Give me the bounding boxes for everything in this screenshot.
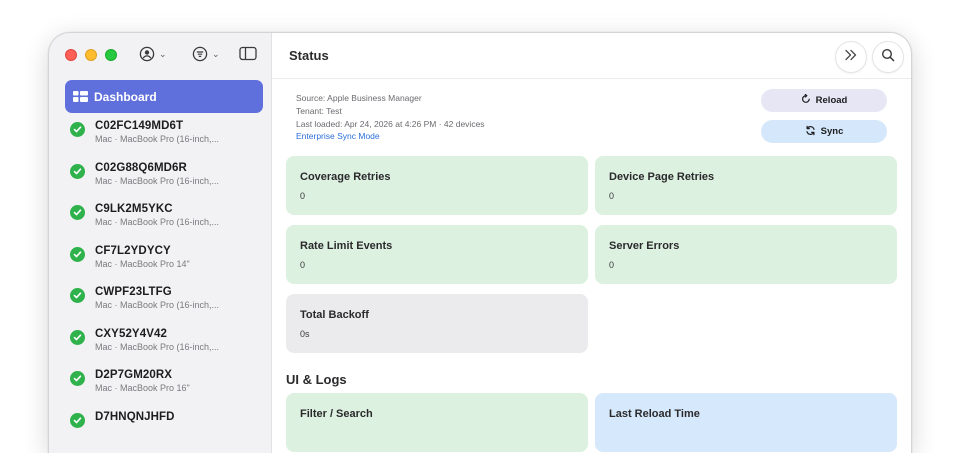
checkmark-icon: [70, 371, 85, 386]
dashboard-icon: [73, 91, 88, 102]
card-title: Last Reload Time: [609, 408, 700, 420]
sync-button[interactable]: Sync: [761, 120, 887, 143]
chevron-down-icon: ⌄: [212, 48, 220, 59]
device-serial: D2P7GM20RX: [95, 369, 173, 381]
sidebar-toggle-button[interactable]: [239, 46, 257, 61]
stat-card-rate-limit-events: Rate Limit Events 0: [286, 225, 588, 284]
device-serial: C02G88Q6MD6R: [95, 161, 187, 174]
stat-value: 0: [300, 191, 306, 201]
chevron-down-icon: ⌄: [159, 48, 167, 59]
stat-value: 0: [609, 191, 615, 201]
forward-icon: [844, 48, 858, 66]
app-window: ⌄ ⌄ Dashboard C02FC149MD6T Mac · MacBook …: [48, 32, 912, 453]
device-list-item[interactable]: CXY52Y4V42 Mac · MacBook Pro (16-inch,...: [49, 327, 271, 369]
forward-button[interactable]: [835, 41, 867, 73]
minimize-window-button[interactable]: [85, 49, 97, 61]
checkmark-icon: [70, 122, 85, 137]
page-title: Status: [289, 48, 329, 63]
toolbar: Status: [272, 33, 911, 79]
enterprise-sync-mode-link[interactable]: Enterprise Sync Mode: [296, 130, 485, 143]
device-list-item[interactable]: C9LK2M5YKC Mac · MacBook Pro (16-inch,...: [49, 202, 271, 244]
device-serial: C02FC149MD6T: [95, 120, 184, 132]
stat-value: 0: [300, 260, 306, 270]
window-controls: [65, 49, 117, 61]
search-button[interactable]: [872, 41, 904, 73]
reload-icon: [801, 93, 811, 107]
device-model: Mac · MacBook Pro (16-inch,...: [95, 175, 220, 186]
sync-label: Sync: [820, 126, 844, 137]
checkmark-icon: [70, 288, 85, 303]
stat-title: Server Errors: [609, 240, 680, 252]
zoom-window-button[interactable]: [105, 49, 117, 61]
device-model: Mac · MacBook Pro (16-inch,...: [95, 300, 220, 310]
sidebar-toggle-icon: [239, 46, 257, 61]
close-window-button[interactable]: [65, 49, 77, 61]
device-model: Mac · MacBook Pro (16-inch,...: [95, 217, 220, 227]
device-list-item[interactable]: CWPF23LTFG Mac · MacBook Pro (16-inch,...: [49, 285, 271, 327]
device-model: Mac · MacBook Pro 16": [95, 383, 190, 393]
filter-icon: [192, 46, 208, 62]
stat-title: Rate Limit Events: [300, 240, 393, 252]
device-list-item[interactable]: CF7L2YDYCY Mac · MacBook Pro 14": [49, 244, 271, 286]
device-serial: CXY52Y4V42: [95, 327, 167, 340]
checkmark-icon: [70, 246, 85, 262]
main-content: Status Source: Apple Business Manager Te…: [272, 33, 911, 453]
section-heading-ui-logs: UI & Logs: [286, 372, 347, 387]
stat-value: 0s: [300, 329, 310, 339]
card-filter-search: Filter / Search: [286, 393, 588, 452]
search-icon: [881, 48, 895, 67]
device-list: C02FC149MD6T Mac · MacBook Pro (16-inch,.…: [49, 119, 271, 451]
stat-card-device-page-retries: Device Page Retries 0: [595, 156, 897, 215]
device-list-item[interactable]: C02G88Q6MD6R Mac · MacBook Pro (16-inch,.…: [49, 161, 271, 203]
sidebar-item-label: Dashboard: [94, 89, 157, 104]
reload-label: Reload: [815, 95, 848, 106]
device-serial: CF7L2YDYCY: [95, 244, 171, 257]
reload-button[interactable]: Reload: [761, 89, 887, 112]
person-circle-icon: [139, 46, 155, 62]
stat-title: Coverage Retries: [300, 171, 391, 183]
tenant-text: Tenant: Test: [296, 105, 342, 116]
sync-icon: [805, 125, 816, 139]
checkmark-icon: [70, 329, 85, 345]
sidebar-item-dashboard[interactable]: Dashboard: [65, 80, 263, 113]
account-menu-button[interactable]: ⌄: [139, 46, 167, 62]
source-info: Source: Apple Business Manager Tenant: T…: [296, 92, 485, 143]
stat-card-server-errors: Server Errors 0: [595, 225, 897, 284]
checkmark-icon: [70, 412, 85, 428]
device-serial: C9LK2M5YKC: [95, 203, 173, 215]
stat-title: Total Backoff: [300, 309, 369, 321]
card-last-reload-time: Last Reload Time: [595, 393, 897, 452]
last-loaded-text: Last loaded: Apr 24, 2026 at 4:26 PM · 4…: [296, 118, 485, 129]
device-serial: D7HNQNJHFD: [95, 410, 175, 423]
filter-menu-button[interactable]: ⌄: [192, 46, 220, 62]
device-model: Mac · MacBook Pro (16-inch,...: [95, 341, 220, 352]
device-model: Mac · MacBook Pro 14": [95, 258, 190, 269]
device-model: Mac · MacBook Pro (16-inch,...: [95, 134, 220, 144]
device-list-item[interactable]: D2P7GM20RX Mac · MacBook Pro 16": [49, 368, 271, 410]
stat-card-total-backoff: Total Backoff 0s: [286, 294, 588, 353]
stat-title: Device Page Retries: [609, 171, 715, 183]
device-serial: CWPF23LTFG: [95, 286, 172, 298]
device-list-item[interactable]: D7HNQNJHFD: [49, 410, 271, 452]
checkmark-icon: [70, 205, 85, 220]
card-title: Filter / Search: [300, 408, 373, 420]
stat-value: 0: [609, 260, 615, 270]
sidebar: ⌄ ⌄ Dashboard C02FC149MD6T Mac · MacBook …: [49, 33, 272, 453]
checkmark-icon: [70, 163, 85, 179]
stat-card-coverage-retries: Coverage Retries 0: [286, 156, 588, 215]
source-text: Source: Apple Business Manager: [296, 93, 422, 103]
device-list-item[interactable]: C02FC149MD6T Mac · MacBook Pro (16-inch,.…: [49, 119, 271, 161]
